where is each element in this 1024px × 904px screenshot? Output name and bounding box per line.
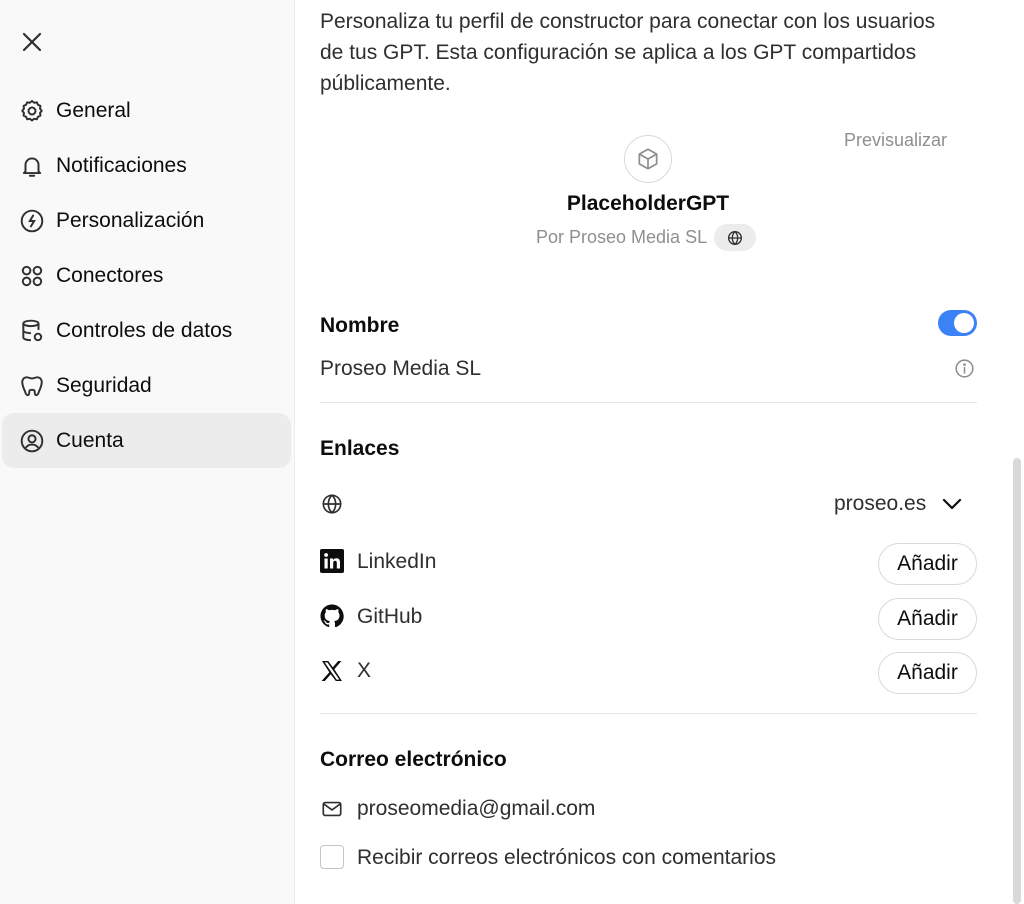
sidebar-item-cuenta[interactable]: Cuenta [2,413,291,468]
sidebar-item-notificaciones[interactable]: Notificaciones [2,138,291,193]
cube-icon [638,148,658,170]
sidebar-item-seguridad[interactable]: Seguridad [2,358,291,413]
sidebar-item-general[interactable]: General [2,83,291,138]
account-settings-panel: Personaliza tu perfil de constructor par… [296,0,1024,904]
globe-icon [320,492,344,516]
sidebar-item-label: General [56,98,131,122]
gpt-name: PlaceholderGPT [566,192,730,215]
feedback-emails-label[interactable]: Recibir correos electrónicos con comenta… [357,846,776,870]
contact-email: proseomedia@gmail.com [357,797,596,820]
enlaces-section-title: Enlaces [320,437,400,460]
linkedin-icon [320,549,344,573]
section-divider [320,713,977,714]
section-divider [320,402,977,403]
connectors-icon [19,263,45,289]
sidebar-item-label: Notificaciones [56,153,187,177]
settings-nav: General Notificaciones Personalización C… [0,83,295,468]
sidebar-item-label: Personalización [56,208,205,232]
sidebar-item-conectores[interactable]: Conectores [2,248,291,303]
domain-select[interactable]: proseo.es [834,488,964,520]
sidebar-item-label: Seguridad [56,373,152,397]
builder-profile-intro: Personaliza tu perfil de constructor par… [320,10,936,95]
github-label: GitHub [357,605,423,628]
nombre-section-title: Nombre [320,314,400,337]
x-icon [320,659,344,683]
add-github-button[interactable]: Añadir [878,598,977,640]
show-name-toggle[interactable] [938,310,977,336]
chevron-down-icon [943,498,962,510]
gear-icon [19,98,45,124]
mail-icon [320,797,344,821]
scrollbar[interactable] [1013,458,1021,904]
close-button[interactable] [16,26,48,58]
security-icon [19,373,45,399]
info-icon[interactable] [954,358,975,379]
sidebar-item-label: Conectores [56,263,164,287]
add-x-button[interactable]: Añadir [878,652,977,694]
database-icon [19,318,45,344]
feedback-emails-checkbox[interactable] [320,845,344,869]
sidebar-item-label: Controles de datos [56,318,233,342]
sidebar-item-label: Cuenta [56,428,124,452]
gpt-author: Por Proseo Media SL [536,227,708,247]
x-label: X [357,659,372,682]
github-icon [320,604,344,628]
close-icon [22,32,42,52]
correo-section-title: Correo electrónico [320,748,507,771]
sidebar-item-controles-de-datos[interactable]: Controles de datos [2,303,291,358]
add-linkedin-button[interactable]: Añadir [878,543,977,585]
gpt-avatar [624,135,672,183]
user-circle-icon [19,428,45,454]
builder-name-value: Proseo Media SL [320,357,482,380]
personalization-icon [19,208,45,234]
toggle-knob [954,313,974,333]
preview-link[interactable]: Previsualizar [844,130,947,151]
linkedin-label: LinkedIn [357,550,437,573]
globe-icon [728,230,743,245]
sidebar-item-personalizacion[interactable]: Personalización [2,193,291,248]
visibility-badge [714,224,757,251]
domain-select-value: proseo.es [834,492,927,515]
gpt-author-line: Por Proseo Media SL [536,224,757,251]
bell-icon [19,153,45,179]
settings-sidebar: General Notificaciones Personalización C… [0,0,295,904]
